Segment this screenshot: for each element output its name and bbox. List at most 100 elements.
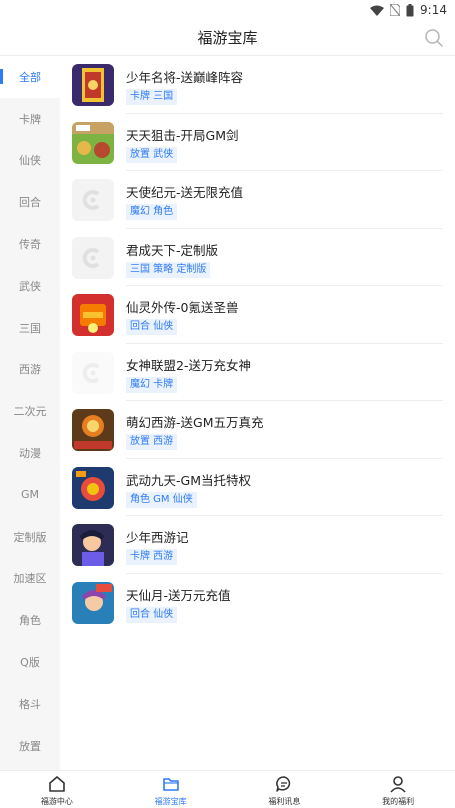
game-name: 少年名将-送巅峰阵容: [126, 70, 244, 85]
sidebar-item-turn-based[interactable]: 回合: [0, 181, 60, 223]
tag-label: 魔幻 角色: [126, 204, 178, 220]
list-item[interactable]: 天仙月-送万元充值 回合 仙侠: [60, 574, 455, 632]
game-icon-shaonian-mingjiang: [72, 64, 114, 106]
game-tags: 回合 仙侠: [126, 606, 178, 623]
sidebar-item-card[interactable]: 卡牌: [0, 98, 60, 140]
tag-label: 回合 仙侠: [126, 606, 178, 623]
sidebar-item-anime[interactable]: 动漫: [0, 432, 60, 474]
sidebar-item-xianxia[interactable]: 仙侠: [0, 140, 60, 182]
sidebar-item-label: 二次元: [13, 405, 47, 419]
sidebar-item-label: 西游: [19, 363, 41, 377]
no-sim-icon: [390, 4, 401, 16]
sidebar-item-label: 仙侠: [19, 154, 41, 168]
tag-label: 魔幻 卡牌: [126, 376, 178, 393]
game-tags: 魔幻 角色: [126, 204, 178, 220]
game-name: 君成天下-定制版: [126, 242, 219, 258]
sidebar-item-label: GM: [20, 488, 39, 502]
sidebar-item-role[interactable]: 角色: [0, 599, 60, 641]
sidebar-item-label: Q版: [20, 656, 40, 670]
sidebar-item-label: 传奇: [19, 238, 41, 252]
game-icon-tiantian-juji: [72, 121, 114, 164]
game-tags: 三国 策略 定制版: [126, 261, 211, 278]
tag-label: 回合 仙侠: [126, 319, 178, 335]
tab-label: 福游中心: [40, 797, 73, 806]
tag-label: 放置 武侠: [126, 146, 178, 163]
game-tags: 卡牌 三国: [126, 89, 178, 105]
app-header: 福游宝库: [0, 20, 455, 56]
game-name: 天使纪元-送无限充值: [126, 185, 244, 200]
sidebar-item-label: 全部: [19, 70, 41, 84]
sidebar-item-journey-west[interactable]: 西游: [0, 349, 60, 391]
folder-icon: [162, 778, 179, 791]
home-icon: [49, 776, 65, 792]
sidebar-item-speedup[interactable]: 加速区: [0, 558, 60, 600]
tag-label: 角色 GM 仙侠: [126, 491, 197, 508]
chat-icon: [276, 776, 291, 792]
game-name: 武动九天-GM当托特权: [126, 472, 251, 488]
tag-label: 放置 西游: [126, 434, 178, 450]
game-icon-placeholder: [72, 236, 114, 279]
tab-library[interactable]: 福游宝库: [114, 771, 228, 808]
game-icon-placeholder: [72, 351, 114, 394]
sidebar-item-idle[interactable]: 放置: [0, 725, 60, 767]
game-icon-wudong-jiutian: [72, 466, 114, 509]
list-item[interactable]: 天使纪元-送无限充值 魔幻 角色: [60, 171, 455, 229]
game-tags: 放置 西游: [126, 434, 178, 450]
search-icon[interactable]: [423, 27, 445, 49]
tag-label: 卡牌 三国: [126, 89, 178, 105]
game-icon-menghuan-xiyou: [72, 409, 114, 451]
game-name: 萌幻西游-送GM五万真充: [126, 415, 264, 430]
status-bar: 9:14: [0, 0, 455, 20]
list-item[interactable]: 仙灵外传-0氪送圣兽 回合 仙侠: [60, 286, 455, 344]
user-icon: [390, 776, 406, 793]
game-tags: 魔幻 卡牌: [126, 376, 178, 393]
sidebar-item-label: 回合: [19, 196, 41, 210]
tab-label: 我的福利: [382, 797, 415, 806]
tab-profile[interactable]: 我的福利: [341, 771, 455, 808]
game-icon-shaonian-xiyouji: [72, 524, 114, 566]
game-icon-tianxianyue: [72, 581, 114, 624]
list-item[interactable]: 少年西游记 卡牌 西游: [60, 516, 455, 574]
sidebar-item-label: 武侠: [19, 279, 41, 293]
game-name: 天仙月-送万元充值: [126, 587, 231, 603]
list-item[interactable]: 天天狙击-开局GM剑 放置 武侠: [60, 114, 455, 171]
sidebar-item-label: 格斗: [19, 697, 41, 711]
tag-label: 卡牌 西游: [126, 549, 178, 565]
status-time: 9:14: [420, 3, 447, 17]
sidebar-item-label: 加速区: [13, 572, 47, 586]
sidebar-item-legend[interactable]: 传奇: [0, 223, 60, 265]
game-tags: 角色 GM 仙侠: [126, 491, 197, 508]
sidebar-item-wuxia[interactable]: 武侠: [0, 265, 60, 307]
sidebar-item-label: 动漫: [19, 447, 41, 461]
sidebar-item-label: 三国: [19, 321, 41, 335]
sidebar-item-gm[interactable]: GM: [0, 474, 60, 516]
tab-home[interactable]: 福游中心: [0, 771, 114, 808]
list-item[interactable]: 君成天下-定制版 三国 策略 定制版: [60, 229, 455, 286]
game-tags: 回合 仙侠: [126, 319, 178, 335]
sidebar-item-all[interactable]: 全部: [0, 56, 60, 98]
game-tags: 放置 武侠: [126, 146, 178, 163]
game-name: 女神联盟2-送万充女神: [126, 357, 251, 373]
sidebar-item-label: 定制版: [13, 530, 47, 544]
game-name: 少年西游记: [126, 530, 189, 545]
bottom-tab-bar: 福游中心 福游宝库 福利讯息 我的福利: [0, 770, 455, 808]
list-item[interactable]: 萌幻西游-送GM五万真充 放置 西游: [60, 401, 455, 459]
wifi-icon: [370, 5, 385, 16]
sidebar-item-label: 放置: [19, 739, 41, 753]
list-item[interactable]: 女神联盟2-送万充女神 魔幻 卡牌: [60, 344, 455, 401]
sidebar-item-custom[interactable]: 定制版: [0, 516, 60, 558]
sidebar-item-label: 卡牌: [19, 112, 41, 126]
game-name: 仙灵外传-0氪送圣兽: [126, 300, 239, 315]
tag-label: 三国 策略 定制版: [126, 261, 211, 278]
sidebar-item-three-kingdoms[interactable]: 三国: [0, 307, 60, 349]
game-tags: 卡牌 西游: [126, 549, 178, 565]
game-icon-xianling-waizhuan: [72, 294, 114, 336]
sidebar-item-2d[interactable]: 二次元: [0, 390, 60, 432]
category-sidebar: 全部 卡牌 仙侠 回合 传奇 武侠 三国 西游 二次元 动漫 GM 定制版 加速…: [0, 56, 60, 770]
tab-news[interactable]: 福利讯息: [228, 771, 342, 808]
tab-label: 福利讯息: [268, 797, 301, 806]
list-item[interactable]: 武动九天-GM当托特权 角色 GM 仙侠: [60, 459, 455, 516]
sidebar-item-q-version[interactable]: Q版: [0, 641, 60, 683]
sidebar-item-fighting[interactable]: 格斗: [0, 683, 60, 725]
list-item[interactable]: 少年名将-送巅峰阵容 卡牌 三国: [60, 56, 455, 114]
